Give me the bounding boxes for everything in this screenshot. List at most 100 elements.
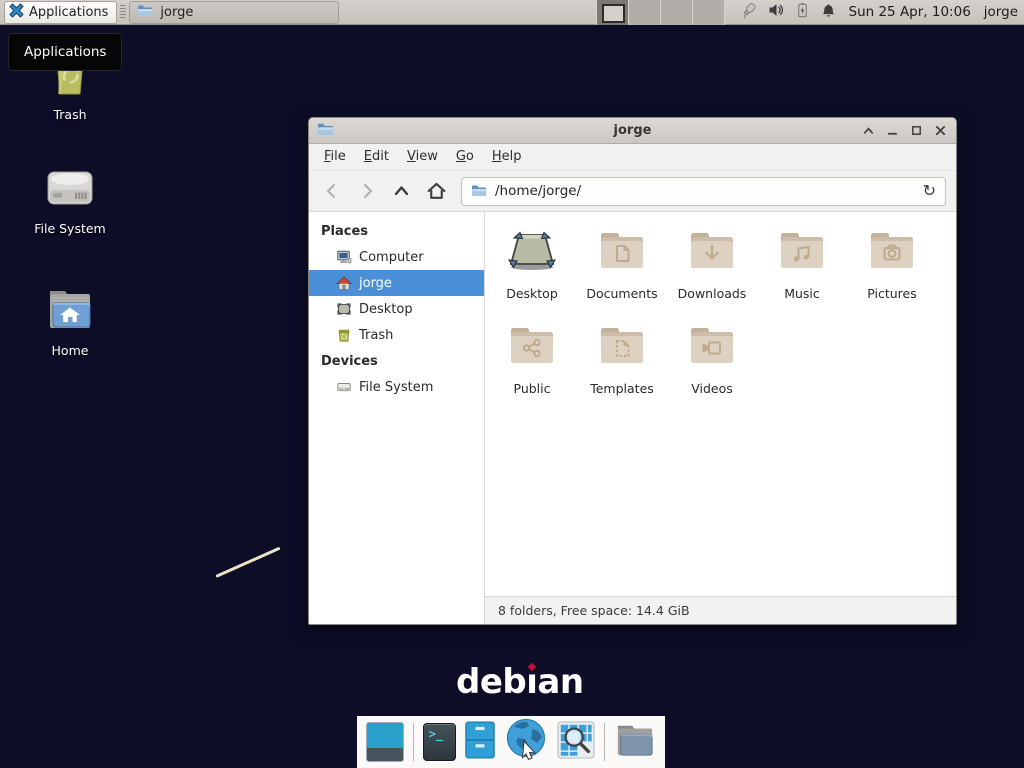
trash-icon	[335, 327, 352, 344]
maximize-button[interactable]	[909, 123, 924, 138]
workspace-3[interactable]	[661, 0, 693, 25]
sidebar-item-desktop[interactable]: Desktop	[309, 296, 484, 322]
workspace-2[interactable]	[629, 0, 661, 25]
computer-icon	[335, 249, 352, 266]
file-cabinet-icon[interactable]	[465, 721, 495, 763]
directory-menu-icon[interactable]	[614, 721, 656, 763]
taskbar-window-label: jorge	[160, 5, 193, 20]
menu-edit[interactable]: Edit	[355, 144, 398, 170]
home-button[interactable]	[420, 175, 453, 207]
xfce-logo-icon	[9, 3, 24, 22]
window-titlebar[interactable]: jorge	[309, 118, 956, 144]
file-item-label: Templates	[590, 381, 654, 396]
top-panel: Applications jorge	[0, 0, 1024, 25]
file-item-label: Videos	[691, 381, 733, 396]
file-item-pictures[interactable]: Pictures	[847, 222, 937, 316]
forward-button[interactable]	[350, 175, 383, 207]
file-list: Desktop	[485, 212, 956, 596]
volume-icon[interactable]	[767, 1, 785, 23]
sidebar-item-jorge[interactable]: jorge	[309, 270, 484, 296]
window-title: jorge	[309, 123, 956, 138]
desktop-icon	[335, 301, 352, 318]
dock-separator	[413, 723, 414, 761]
hard-drive-icon	[335, 379, 352, 396]
sidebar-item-label: Computer	[359, 250, 424, 265]
statusbar: 8 folders, Free space: 14.4 GiB	[485, 596, 956, 624]
sidebar-item-computer[interactable]: Computer	[309, 244, 484, 270]
sidebar-places-header: Places	[309, 218, 484, 244]
sidebar-item-label: Trash	[359, 328, 393, 343]
desktop-icon-file-system[interactable]: File System	[8, 164, 132, 236]
file-item-desktop[interactable]: Desktop	[487, 222, 577, 316]
panel-user-label: jorge	[984, 4, 1018, 20]
panel-handle[interactable]	[120, 5, 126, 20]
file-item-downloads[interactable]: Downloads	[667, 222, 757, 316]
toolbar: /home/jorge/ ↻	[309, 171, 956, 212]
path-input[interactable]: /home/jorge/	[495, 183, 915, 199]
back-button[interactable]	[315, 175, 348, 207]
user-home-icon	[335, 275, 352, 292]
folder-pictures-icon	[868, 226, 916, 272]
battery-icon[interactable]	[794, 2, 811, 23]
notification-bell-icon[interactable]	[820, 2, 837, 23]
file-item-public[interactable]: Public	[487, 317, 577, 411]
menu-file[interactable]: File	[315, 144, 355, 170]
workspace-1[interactable]	[597, 0, 629, 25]
file-item-documents[interactable]: Documents	[577, 222, 667, 316]
system-tray	[739, 1, 837, 24]
menu-help[interactable]: Help	[483, 144, 531, 170]
input-device-icon[interactable]	[739, 1, 758, 24]
file-manager-window: jorge File Edit View Go Help	[308, 117, 957, 625]
web-browser-icon[interactable]	[504, 717, 548, 767]
desktop-icon-label: Trash	[53, 107, 86, 122]
taskbar-window-button[interactable]: jorge	[129, 1, 339, 24]
desktop: Applications jorge	[0, 0, 1024, 768]
application-finder-icon[interactable]	[557, 721, 595, 763]
menubar: File Edit View Go Help	[309, 144, 956, 171]
sidebar-item-file-system[interactable]: File System	[309, 374, 484, 400]
file-item-templates[interactable]: Templates	[577, 317, 667, 411]
file-item-label: Music	[784, 286, 820, 301]
dock-separator	[604, 723, 605, 761]
show-desktop-icon[interactable]	[366, 722, 404, 762]
sidebar-item-trash[interactable]: Trash	[309, 322, 484, 348]
file-item-label: Public	[514, 381, 551, 396]
menu-view[interactable]: View	[398, 144, 447, 170]
folder-videos-icon	[688, 321, 736, 367]
terminal-icon[interactable]: >_	[423, 723, 456, 761]
desktop-icon-home[interactable]: Home	[8, 286, 132, 358]
folder-public-icon	[508, 321, 556, 367]
debian-logo-text: deb	[456, 662, 526, 702]
minimize-button[interactable]	[885, 123, 900, 138]
close-button[interactable]	[933, 123, 948, 138]
desktop-special-icon	[507, 226, 557, 272]
file-item-label: Documents	[586, 286, 657, 301]
debian-wallpaper-logo: debıan	[456, 662, 584, 702]
workspace-switcher	[596, 0, 725, 25]
applications-tooltip: Applications	[8, 33, 122, 71]
path-folder-icon	[471, 182, 487, 201]
sidebar-item-label: Desktop	[359, 302, 413, 317]
applications-menu-label: Applications	[29, 5, 108, 20]
menu-go[interactable]: Go	[447, 144, 483, 170]
folder-templates-icon	[598, 321, 646, 367]
hard-drive-icon	[40, 164, 100, 216]
main-panel: Desktop	[485, 212, 956, 624]
shade-button[interactable]	[861, 123, 876, 138]
workspace-4[interactable]	[693, 0, 725, 25]
panel-clock[interactable]: Sun 25 Apr, 10:06	[849, 4, 971, 20]
file-item-videos[interactable]: Videos	[667, 317, 757, 411]
reload-icon[interactable]: ↻	[923, 183, 936, 199]
sidebar-devices-header: Devices	[309, 348, 484, 374]
folder-icon	[137, 4, 153, 21]
bottom-dock: >_	[357, 716, 665, 768]
sidebar-item-label: File System	[359, 380, 433, 395]
applications-menu-button[interactable]: Applications	[4, 1, 117, 24]
window-controls	[861, 123, 948, 138]
desktop-icon-label: Home	[52, 343, 89, 358]
path-bar[interactable]: /home/jorge/ ↻	[461, 177, 946, 206]
up-button[interactable]	[385, 175, 418, 207]
file-item-label: Pictures	[867, 286, 917, 301]
file-item-music[interactable]: Music	[757, 222, 847, 316]
wallpaper-line-artifact	[215, 547, 280, 578]
